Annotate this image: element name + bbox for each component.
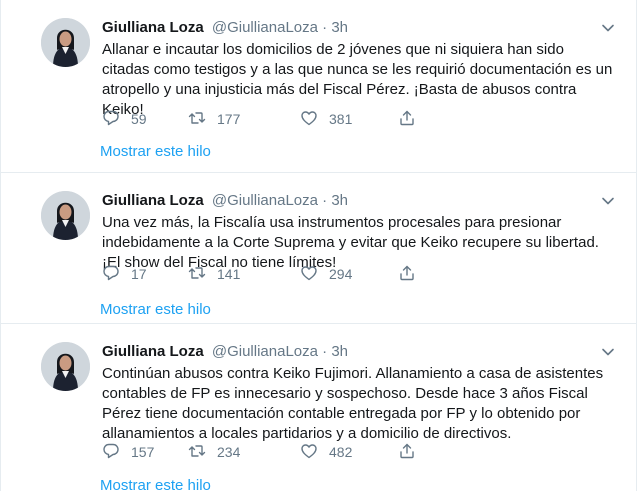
timestamp[interactable]: 3h xyxy=(331,343,348,360)
like-button[interactable]: 482 xyxy=(300,441,352,463)
retweet-icon xyxy=(188,442,206,463)
show-thread-link[interactable]: Mostrar este hilo xyxy=(100,300,211,320)
share-icon xyxy=(398,264,416,285)
retweet-count: 234 xyxy=(217,444,241,460)
reply-button[interactable]: 157 xyxy=(102,441,154,463)
retweet-button[interactable]: 177 xyxy=(188,108,240,130)
retweet-icon xyxy=(188,264,206,285)
author-handle[interactable]: @GiullianaLoza xyxy=(212,343,318,360)
reply-icon xyxy=(102,109,120,130)
separator-dot: · xyxy=(322,343,328,360)
timestamp[interactable]: 3h xyxy=(331,19,348,36)
share-button[interactable] xyxy=(398,263,416,285)
caret-down-icon[interactable] xyxy=(600,20,616,36)
separator-dot: · xyxy=(322,192,328,209)
share-icon xyxy=(398,442,416,463)
like-icon xyxy=(300,264,318,285)
tweet-header: Giulliana Loza @GiullianaLoza · 3h xyxy=(102,191,616,211)
author-handle[interactable]: @GiullianaLoza xyxy=(212,19,318,36)
tweet-text: Una vez más, la Fiscalía usa instrumento… xyxy=(102,214,599,271)
tweet-header: Giulliana Loza @GiullianaLoza · 3h xyxy=(102,18,616,38)
tweet[interactable]: Giulliana Loza @GiullianaLoza · 3h Conti… xyxy=(1,324,636,491)
like-icon xyxy=(300,442,318,463)
like-icon xyxy=(300,109,318,130)
like-count: 381 xyxy=(329,111,353,127)
reply-icon xyxy=(102,264,120,285)
reply-count: 59 xyxy=(131,111,147,127)
retweet-count: 141 xyxy=(217,266,241,282)
timeline: Giulliana Loza @GiullianaLoza · 3h Allan… xyxy=(0,0,637,491)
separator-dot: · xyxy=(322,19,328,36)
like-count: 294 xyxy=(329,266,353,282)
tweet-text: Continúan abusos contra Keiko Fujimori. … xyxy=(102,365,604,442)
retweet-icon xyxy=(188,109,206,130)
tweet[interactable]: Giulliana Loza @GiullianaLoza · 3h Allan… xyxy=(1,0,636,173)
avatar[interactable] xyxy=(41,342,90,391)
avatar[interactable] xyxy=(41,191,90,240)
author-name[interactable]: Giulliana Loza xyxy=(102,19,204,36)
like-button[interactable]: 381 xyxy=(300,108,352,130)
reply-count: 157 xyxy=(131,444,155,460)
tweet[interactable]: Giulliana Loza @GiullianaLoza · 3h Una v… xyxy=(1,173,636,324)
tweet-header: Giulliana Loza @GiullianaLoza · 3h xyxy=(102,342,616,362)
show-thread-link[interactable]: Mostrar este hilo xyxy=(100,476,211,491)
author-name[interactable]: Giulliana Loza xyxy=(102,192,204,209)
author-handle[interactable]: @GiullianaLoza xyxy=(212,192,318,209)
like-button[interactable]: 294 xyxy=(300,263,352,285)
like-count: 482 xyxy=(329,444,353,460)
show-thread-link[interactable]: Mostrar este hilo xyxy=(100,142,211,162)
tweet-text: Allanar e incautar los domicilios de 2 j… xyxy=(102,41,613,118)
reply-icon xyxy=(102,442,120,463)
retweet-count: 177 xyxy=(217,111,241,127)
retweet-button[interactable]: 141 xyxy=(188,263,240,285)
caret-down-icon[interactable] xyxy=(600,344,616,360)
caret-down-icon[interactable] xyxy=(600,193,616,209)
reply-button[interactable]: 59 xyxy=(102,108,147,130)
author-name[interactable]: Giulliana Loza xyxy=(102,343,204,360)
share-button[interactable] xyxy=(398,441,416,463)
reply-button[interactable]: 17 xyxy=(102,263,147,285)
share-button[interactable] xyxy=(398,108,416,130)
reply-count: 17 xyxy=(131,266,147,282)
retweet-button[interactable]: 234 xyxy=(188,441,240,463)
avatar[interactable] xyxy=(41,18,90,67)
share-icon xyxy=(398,109,416,130)
timestamp[interactable]: 3h xyxy=(331,192,348,209)
